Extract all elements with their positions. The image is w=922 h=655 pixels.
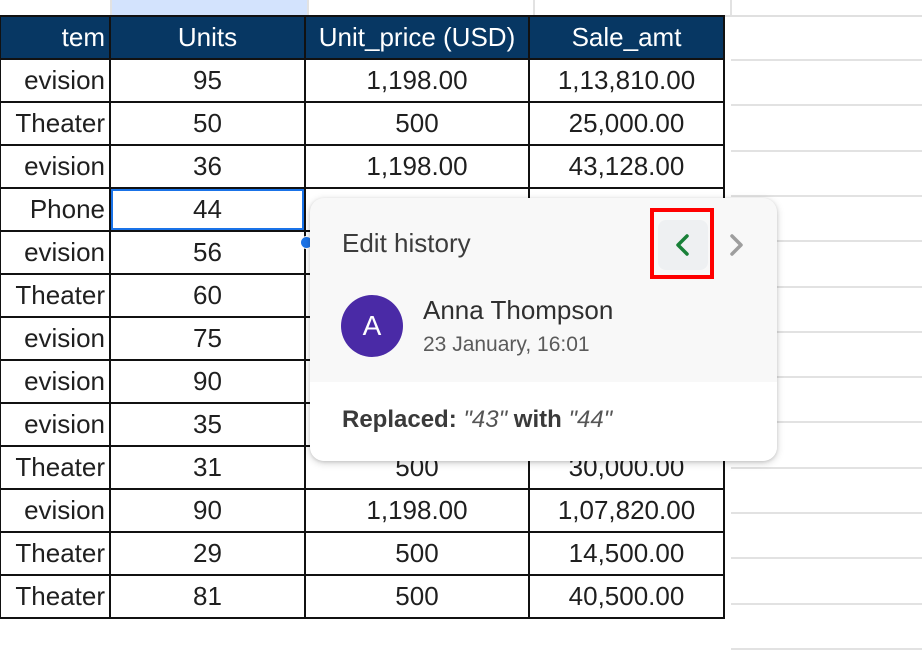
change-section: Replaced: "43" with "44" xyxy=(310,382,777,461)
grid-line xyxy=(307,0,309,15)
units-cell[interactable]: 44 xyxy=(109,187,306,232)
unit-price-cell[interactable]: 500 xyxy=(304,101,530,146)
units-cell[interactable]: 56 xyxy=(109,230,306,275)
units-cell[interactable]: 36 xyxy=(109,144,306,189)
item-cell[interactable]: evision xyxy=(0,316,111,361)
old-value: "43" xyxy=(463,406,508,433)
sale-amt-cell[interactable]: 1,13,810.00 xyxy=(528,58,725,103)
grid-line xyxy=(731,467,922,469)
grid-line xyxy=(731,512,922,514)
editor-name: Anna Thompson xyxy=(423,295,614,325)
sale-amt-cell[interactable]: 14,500.00 xyxy=(528,531,725,576)
grid-line xyxy=(731,59,922,61)
item-cell[interactable]: evision xyxy=(0,359,111,404)
change-description: Replaced: "43" with "44" xyxy=(342,406,612,434)
unit-price-cell[interactable]: 1,198.00 xyxy=(304,488,530,533)
units-cell[interactable]: 31 xyxy=(109,445,306,490)
table-row: evision 95 1,198.00 1,13,810.00 xyxy=(0,58,725,103)
units-cell[interactable]: 29 xyxy=(109,531,306,576)
item-cell[interactable]: evision xyxy=(0,402,111,447)
units-cell[interactable]: 95 xyxy=(109,58,306,103)
grid-line xyxy=(731,557,922,559)
units-cell[interactable]: 90 xyxy=(109,359,306,404)
avatar: A xyxy=(341,295,403,357)
grid-line xyxy=(110,0,112,15)
new-value: "44" xyxy=(568,406,613,433)
unit-price-cell[interactable]: 1,198.00 xyxy=(304,58,530,103)
edit-history-title: Edit history xyxy=(342,228,471,258)
edit-history-popup: Edit history A Anna Thompson 23 January,… xyxy=(310,198,777,461)
table-row: Theater 50 500 25,000.00 xyxy=(0,101,725,146)
units-cell[interactable]: 60 xyxy=(109,273,306,318)
unit-price-cell[interactable]: 1,198.00 xyxy=(304,144,530,189)
grid-line xyxy=(731,648,922,650)
grid-line xyxy=(731,104,922,106)
item-cell[interactable]: evision xyxy=(0,144,111,189)
item-cell[interactable]: Theater xyxy=(0,273,111,318)
item-cell[interactable]: evision xyxy=(0,230,111,275)
table-row: Theater 81 500 40,500.00 xyxy=(0,574,725,619)
edit-timestamp: 23 January, 16:01 xyxy=(423,333,590,356)
units-cell[interactable]: 75 xyxy=(109,316,306,361)
previous-edit-button[interactable] xyxy=(658,220,708,270)
units-cell[interactable]: 81 xyxy=(109,574,306,619)
with-label: with xyxy=(513,406,562,433)
header-unit-price[interactable]: Unit_price (USD) xyxy=(304,15,530,60)
item-cell[interactable]: Theater xyxy=(0,101,111,146)
item-cell[interactable]: evision xyxy=(0,58,111,103)
chevron-left-icon xyxy=(676,234,689,256)
units-cell[interactable]: 50 xyxy=(109,101,306,146)
item-cell[interactable]: Theater xyxy=(0,445,111,490)
grid-line xyxy=(731,603,922,605)
sale-amt-cell[interactable]: 43,128.00 xyxy=(528,144,725,189)
header-item[interactable]: tem xyxy=(0,15,111,60)
unit-price-cell[interactable]: 500 xyxy=(304,531,530,576)
grid-line xyxy=(533,0,535,15)
header-row: tem Units Unit_price (USD) Sale_amt xyxy=(0,15,725,60)
change-label: Replaced: xyxy=(342,406,457,433)
units-cell[interactable]: 90 xyxy=(109,488,306,533)
header-sale-amt[interactable]: Sale_amt xyxy=(528,15,725,60)
sale-amt-cell[interactable]: 40,500.00 xyxy=(528,574,725,619)
sale-amt-cell[interactable]: 1,07,820.00 xyxy=(528,488,725,533)
table-row: evision 36 1,198.00 43,128.00 xyxy=(0,144,725,189)
chevron-right-icon xyxy=(730,234,743,256)
grid-line xyxy=(730,0,732,15)
table-row: evision 90 1,198.00 1,07,820.00 xyxy=(0,488,725,533)
next-edit-button[interactable] xyxy=(716,220,756,270)
grid-line xyxy=(731,195,922,197)
item-cell[interactable]: Phone xyxy=(0,187,111,232)
item-cell[interactable]: Theater xyxy=(0,531,111,576)
item-cell[interactable]: Theater xyxy=(0,574,111,619)
sale-amt-cell[interactable]: 25,000.00 xyxy=(528,101,725,146)
unit-price-cell[interactable]: 500 xyxy=(304,574,530,619)
table-row: Theater 29 500 14,500.00 xyxy=(0,531,725,576)
item-cell[interactable]: evision xyxy=(0,488,111,533)
units-cell[interactable]: 35 xyxy=(109,402,306,447)
grid-line xyxy=(731,150,922,152)
header-units[interactable]: Units xyxy=(109,15,306,60)
